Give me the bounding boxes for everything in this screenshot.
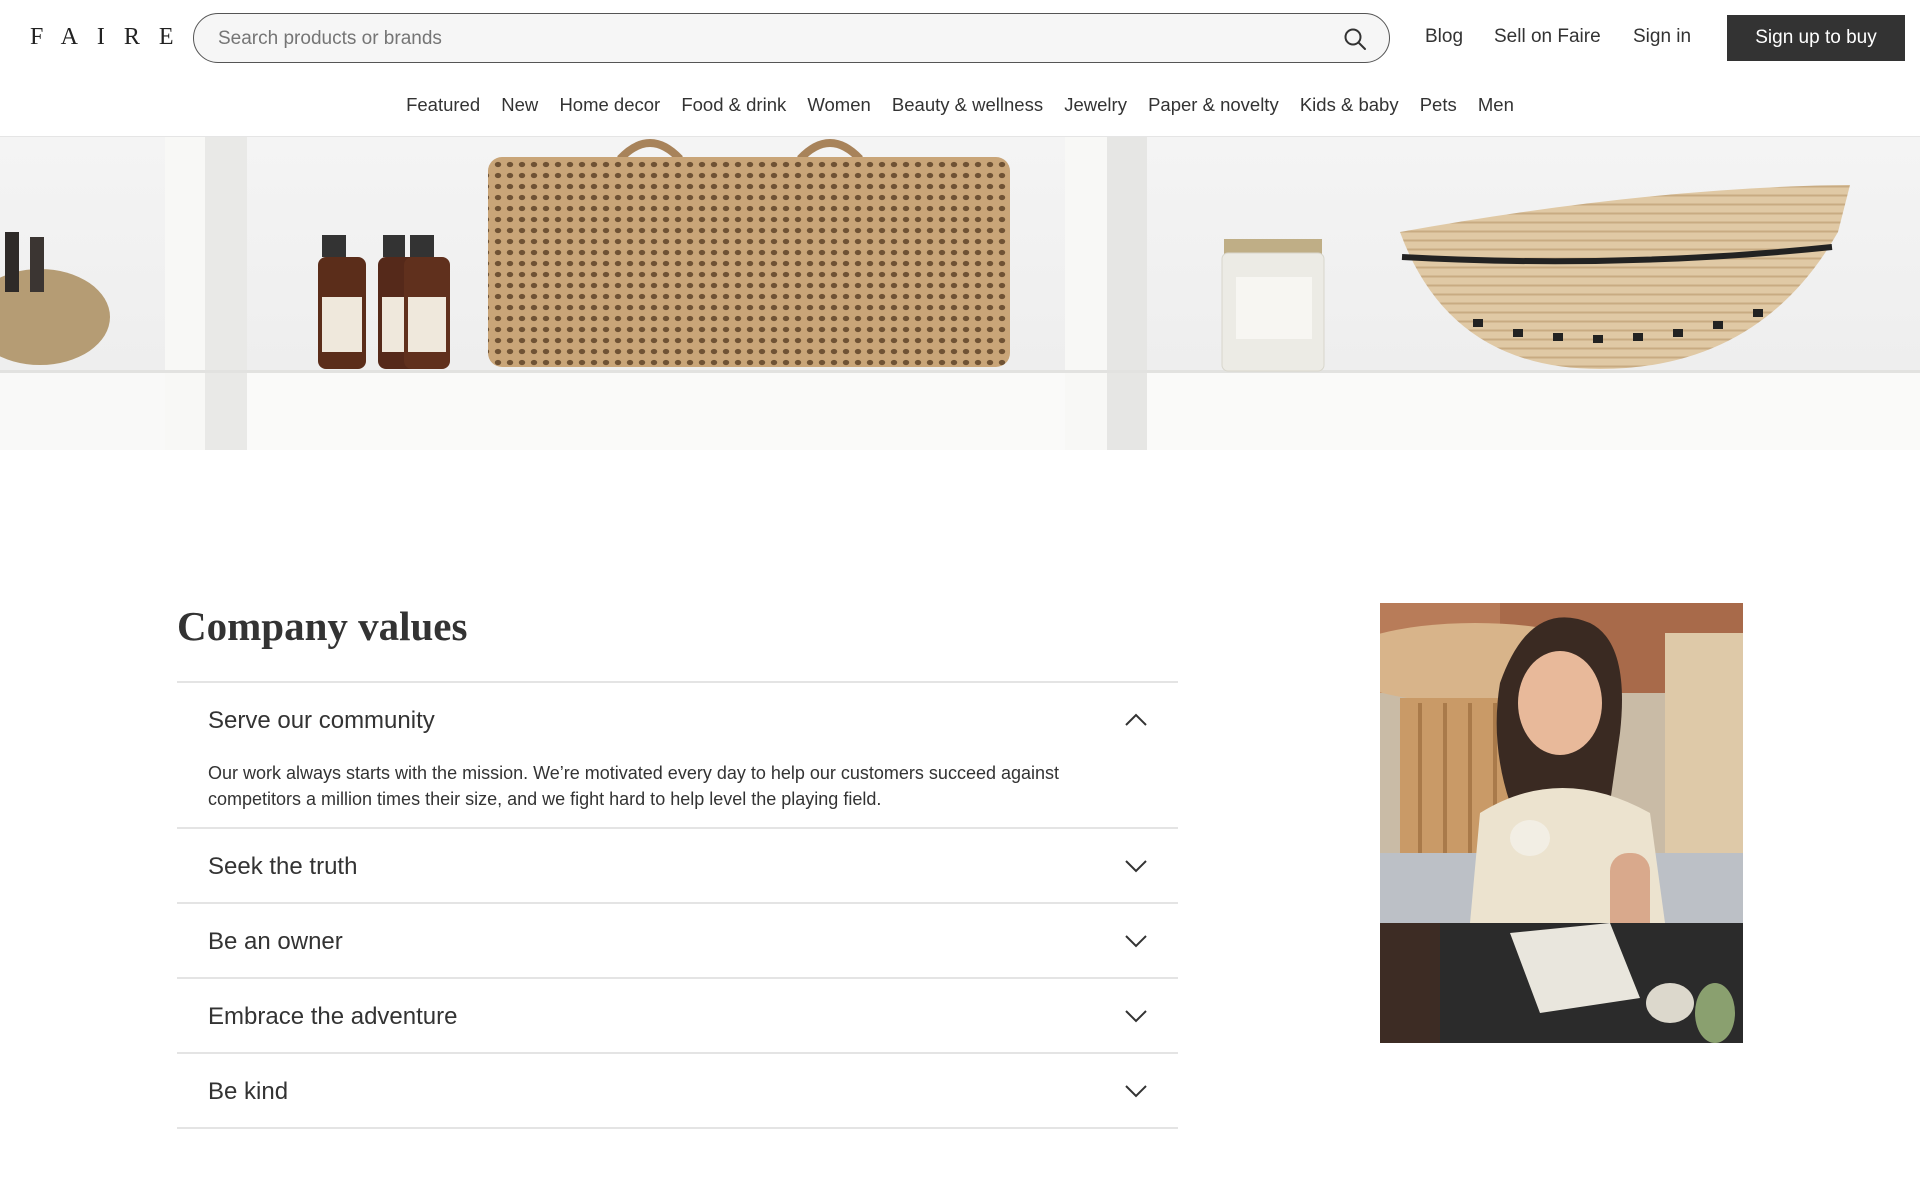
- accordion-item-title[interactable]: Be kind: [208, 1078, 288, 1106]
- category-nav: Featured New Home decor Food & drink Wom…: [0, 94, 1920, 116]
- chevron-down-icon[interactable]: [1124, 934, 1148, 948]
- nav-featured[interactable]: Featured: [406, 94, 480, 116]
- nav-pets[interactable]: Pets: [1420, 94, 1457, 116]
- accordion-item-seek-the-truth[interactable]: Seek the truth: [177, 827, 1178, 903]
- search-icon[interactable]: [1343, 27, 1367, 51]
- search-input[interactable]: [218, 26, 1298, 52]
- nav-new[interactable]: New: [501, 94, 538, 116]
- search-bar[interactable]: [193, 13, 1390, 63]
- woman-with-coffee-photo: [1380, 603, 1743, 1043]
- sign-up-to-buy-button[interactable]: Sign up to buy: [1727, 15, 1905, 61]
- nav-jewelry[interactable]: Jewelry: [1064, 94, 1127, 116]
- sign-in-link[interactable]: Sign in: [1633, 26, 1691, 48]
- company-values-heading: Company values: [177, 603, 468, 649]
- blog-link[interactable]: Blog: [1425, 26, 1463, 48]
- accordion-item-be-an-owner[interactable]: Be an owner: [177, 902, 1178, 978]
- accordion-item-title[interactable]: Be an owner: [208, 928, 343, 956]
- nav-food-drink[interactable]: Food & drink: [681, 94, 786, 116]
- nav-beauty-wellness[interactable]: Beauty & wellness: [892, 94, 1043, 116]
- accordion-item-body: Our work always starts with the mission.…: [208, 763, 1060, 809]
- accordion-item-serve-our-community[interactable]: Serve our community Our work always star…: [177, 681, 1178, 829]
- chevron-down-icon[interactable]: [1124, 1009, 1148, 1023]
- chevron-down-icon[interactable]: [1124, 859, 1148, 873]
- chevron-up-icon[interactable]: [1124, 713, 1148, 727]
- site-header: FAIRE Blog Sell on Faire Sign in Sign up…: [0, 0, 1920, 137]
- hero-shelf-image: [0, 137, 1920, 450]
- accordion-item-title[interactable]: Seek the truth: [208, 853, 357, 881]
- nav-home-decor[interactable]: Home decor: [559, 94, 660, 116]
- nav-kids-baby[interactable]: Kids & baby: [1300, 94, 1399, 116]
- accordion-item-embrace-the-adventure[interactable]: Embrace the adventure: [177, 977, 1178, 1053]
- nav-women[interactable]: Women: [807, 94, 870, 116]
- nav-paper-novelty[interactable]: Paper & novelty: [1148, 94, 1279, 116]
- accordion-item-be-kind[interactable]: Be kind: [177, 1052, 1178, 1129]
- accordion-item-title[interactable]: Serve our community: [208, 707, 435, 735]
- accordion-item-title[interactable]: Embrace the adventure: [208, 1003, 457, 1031]
- nav-men[interactable]: Men: [1478, 94, 1514, 116]
- chevron-down-icon[interactable]: [1124, 1084, 1148, 1098]
- faire-logo[interactable]: FAIRE: [30, 24, 193, 51]
- sell-on-faire-link[interactable]: Sell on Faire: [1494, 26, 1601, 48]
